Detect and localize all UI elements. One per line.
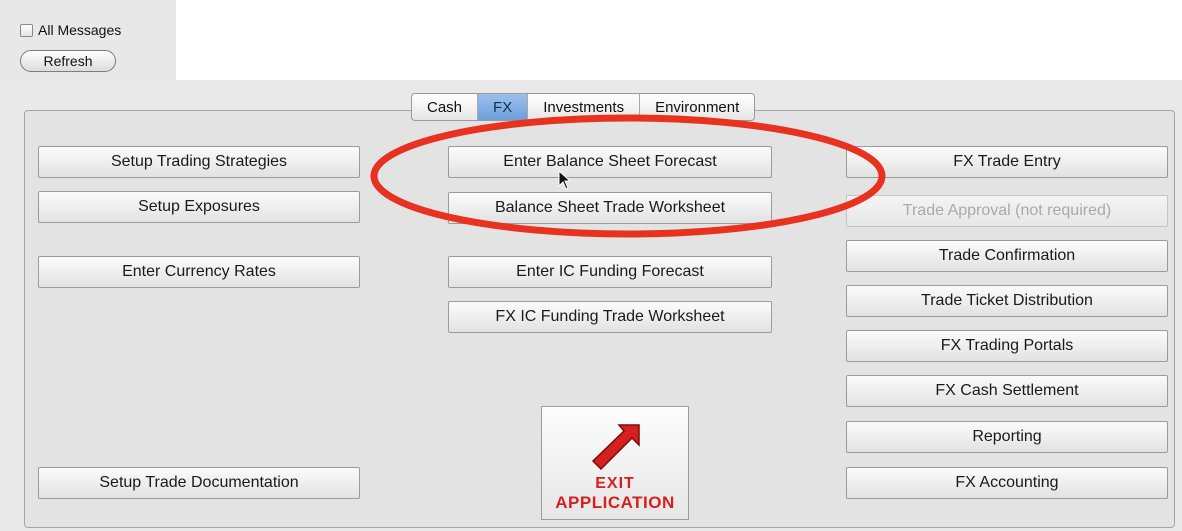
trade-approval-button[interactable]: Trade Approval (not required) (846, 195, 1168, 227)
trade-ticket-distribution-button[interactable]: Trade Ticket Distribution (846, 285, 1168, 317)
messages-panel: All Messages Refresh (0, 0, 176, 80)
application-label: APPLICATION (555, 493, 675, 512)
tab-cash[interactable]: Cash (412, 94, 479, 120)
mouse-cursor-icon (558, 170, 572, 190)
tab-fx[interactable]: FX (478, 94, 529, 120)
fx-trading-portals-button[interactable]: FX Trading Portals (846, 330, 1168, 362)
trade-confirmation-button[interactable]: Trade Confirmation (846, 240, 1168, 272)
balance-sheet-trade-worksheet-button[interactable]: Balance Sheet Trade Worksheet (448, 192, 772, 224)
all-messages-label: All Messages (38, 22, 122, 38)
all-messages-checkbox[interactable] (20, 23, 33, 37)
all-messages-row[interactable]: All Messages (20, 22, 121, 38)
fx-accounting-button[interactable]: FX Accounting (846, 467, 1168, 499)
setup-exposures-button[interactable]: Setup Exposures (38, 191, 360, 223)
exit-label: EXIT (595, 475, 635, 492)
reporting-button[interactable]: Reporting (846, 421, 1168, 453)
enter-ic-funding-forecast-button[interactable]: Enter IC Funding Forecast (448, 256, 772, 288)
tab-bar: Cash FX Investments Environment (411, 93, 756, 121)
tab-environment[interactable]: Environment (640, 94, 754, 120)
red-arrow-up-right-icon (591, 424, 640, 471)
tab-investments[interactable]: Investments (528, 94, 641, 120)
setup-trading-strategies-button[interactable]: Setup Trading Strategies (38, 146, 360, 178)
enter-currency-rates-button[interactable]: Enter Currency Rates (38, 256, 360, 288)
refresh-button[interactable]: Refresh (20, 50, 116, 72)
setup-trade-documentation-button[interactable]: Setup Trade Documentation (38, 467, 360, 499)
fx-ic-funding-trade-worksheet-button[interactable]: FX IC Funding Trade Worksheet (448, 301, 772, 333)
exit-application-button[interactable]: EXIT APPLICATION (541, 406, 689, 520)
enter-balance-sheet-forecast-button[interactable]: Enter Balance Sheet Forecast (448, 146, 772, 178)
fx-trade-entry-button[interactable]: FX Trade Entry (846, 146, 1168, 178)
message-display-area (176, 0, 1182, 80)
fx-cash-settlement-button[interactable]: FX Cash Settlement (846, 375, 1168, 407)
